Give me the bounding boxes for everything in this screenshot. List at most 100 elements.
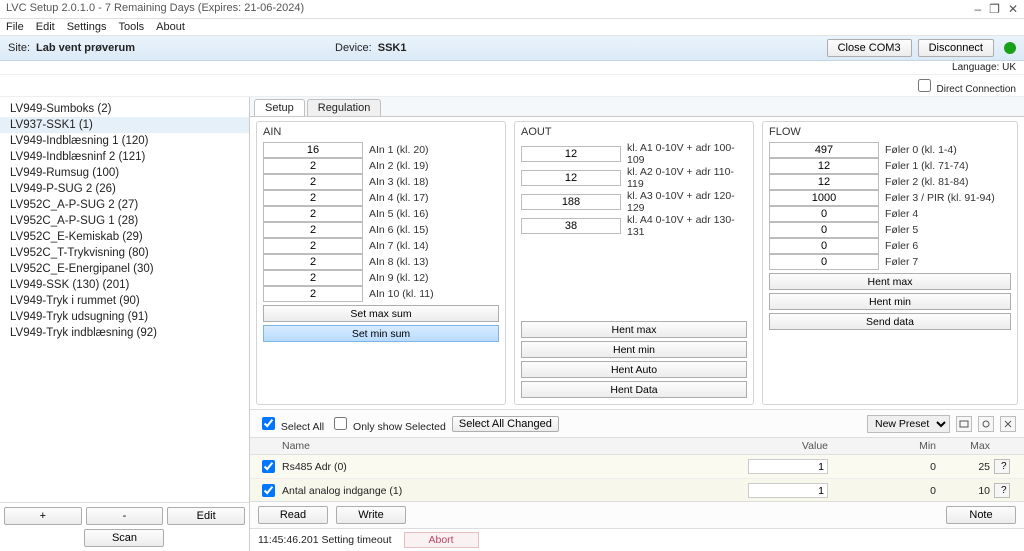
delete-preset-icon[interactable]	[1000, 416, 1016, 432]
flow-value-input[interactable]	[769, 222, 879, 238]
tree-item[interactable]: LV949-Rumsug (100)	[0, 165, 249, 181]
ain-row: AIn 8 (kl. 13)	[263, 254, 499, 270]
hent-auto-button[interactable]: Hent Auto	[521, 361, 747, 378]
tree-item[interactable]: LV952C_E-Energipanel (30)	[0, 261, 249, 277]
ain-row: AIn 4 (kl. 17)	[263, 190, 499, 206]
flow-value-input[interactable]	[769, 238, 879, 254]
tree-item[interactable]: LV949-Tryk i rummet (90)	[0, 293, 249, 309]
ain-label: AIn 7 (kl. 14)	[369, 240, 499, 252]
set-max-sum-button[interactable]: Set max sum	[263, 305, 499, 322]
close-icon[interactable]: ✕	[1008, 2, 1018, 16]
flow-value-input[interactable]	[769, 142, 879, 158]
preset-select[interactable]: New Preset	[867, 415, 950, 433]
open-preset-icon[interactable]	[956, 416, 972, 432]
ain-value-input[interactable]	[263, 206, 363, 222]
tree-item[interactable]: LV949-P-SUG 2 (26)	[0, 181, 249, 197]
tree-item[interactable]: LV952C_A-P-SUG 1 (28)	[0, 213, 249, 229]
ain-value-input[interactable]	[263, 190, 363, 206]
flow-value-input[interactable]	[769, 206, 879, 222]
aout-label: kl. A3 0-10V + adr 120-129	[627, 190, 747, 214]
send-data-button[interactable]: Send data	[769, 313, 1011, 330]
hent-max-button[interactable]: Hent max	[521, 321, 747, 338]
tree-item[interactable]: LV952C_A-P-SUG 2 (27)	[0, 197, 249, 213]
param-value-input[interactable]	[748, 459, 828, 474]
aout-row: kl. A2 0-10V + adr 110-119	[521, 166, 747, 190]
ain-row: AIn 6 (kl. 15)	[263, 222, 499, 238]
tab-regulation[interactable]: Regulation	[307, 99, 382, 116]
tree-item[interactable]: LV949-Sumboks (2)	[0, 101, 249, 117]
tree-item[interactable]: LV949-Tryk udsugning (91)	[0, 309, 249, 325]
param-help-button[interactable]: ?	[994, 459, 1010, 474]
param-help-button[interactable]: ?	[994, 483, 1010, 498]
hent-min-button[interactable]: Hent min	[521, 341, 747, 358]
menu-about[interactable]: About	[156, 21, 185, 33]
ain-row: AIn 10 (kl. 11)	[263, 286, 499, 302]
param-min: 0	[886, 461, 936, 473]
tree-item[interactable]: LV949-Indblæsning 1 (120)	[0, 133, 249, 149]
maximize-icon[interactable]: ❐	[989, 2, 1000, 16]
tree-item[interactable]: LV949-SSK (130) (201)	[0, 277, 249, 293]
ain-value-input[interactable]	[263, 142, 363, 158]
param-max: 10	[940, 485, 990, 497]
disconnect-button[interactable]: Disconnect	[918, 39, 994, 57]
hent-data-button[interactable]: Hent Data	[521, 381, 747, 398]
ain-value-input[interactable]	[263, 222, 363, 238]
select-all-label: Select All	[281, 421, 324, 433]
abort-button[interactable]: Abort	[404, 532, 479, 548]
ain-value-input[interactable]	[263, 254, 363, 270]
flow-panel: FLOW Føler 0 (kl. 1-4)Føler 1 (kl. 71-74…	[762, 121, 1018, 405]
direct-connection-label: Direct Connection	[937, 84, 1016, 95]
ain-value-input[interactable]	[263, 238, 363, 254]
ain-value-input[interactable]	[263, 270, 363, 286]
settings-icon[interactable]	[978, 416, 994, 432]
aout-value-input[interactable]	[521, 218, 621, 234]
minimize-icon[interactable]: –	[974, 2, 981, 16]
param-checkbox[interactable]	[262, 460, 275, 473]
set-min-sum-button[interactable]: Set min sum	[263, 325, 499, 342]
menu-settings[interactable]: Settings	[67, 21, 107, 33]
ain-value-input[interactable]	[263, 286, 363, 302]
flow-hent-min-button[interactable]: Hent min	[769, 293, 1011, 310]
col-name: Name	[282, 440, 744, 452]
aout-row: kl. A3 0-10V + adr 120-129	[521, 190, 747, 214]
aout-value-input[interactable]	[521, 194, 621, 210]
aout-value-input[interactable]	[521, 146, 621, 162]
flow-value-input[interactable]	[769, 254, 879, 270]
select-all-checkbox[interactable]: Select All	[258, 414, 324, 433]
flow-hent-max-button[interactable]: Hent max	[769, 273, 1011, 290]
menu-edit[interactable]: Edit	[36, 21, 55, 33]
flow-value-input[interactable]	[769, 190, 879, 206]
param-checkbox[interactable]	[262, 484, 275, 497]
flow-value-input[interactable]	[769, 158, 879, 174]
ain-row: AIn 9 (kl. 12)	[263, 270, 499, 286]
tab-setup[interactable]: Setup	[254, 99, 305, 116]
read-button[interactable]: Read	[258, 506, 328, 524]
menu-tools[interactable]: Tools	[118, 21, 144, 33]
note-button[interactable]: Note	[946, 506, 1016, 524]
write-button[interactable]: Write	[336, 506, 406, 524]
close-com-button[interactable]: Close COM3	[827, 39, 912, 57]
flow-row: Føler 1 (kl. 71-74)	[769, 158, 1011, 174]
tree-item[interactable]: LV949-Tryk indblæsning (92)	[0, 325, 249, 341]
ain-value-input[interactable]	[263, 174, 363, 190]
tree-item[interactable]: LV949-Indblæsninf 2 (121)	[0, 149, 249, 165]
ain-value-input[interactable]	[263, 158, 363, 174]
tree-item[interactable]: LV952C_T-Trykvisning (80)	[0, 245, 249, 261]
flow-value-input[interactable]	[769, 174, 879, 190]
aout-value-input[interactable]	[521, 170, 621, 186]
tree-item[interactable]: LV952C_E-Kemiskab (29)	[0, 229, 249, 245]
add-device-button[interactable]: +	[4, 507, 82, 525]
menubar: File Edit Settings Tools About	[0, 19, 1024, 36]
direct-connection-checkbox[interactable]: Direct Connection	[914, 84, 1016, 95]
edit-device-button[interactable]: Edit	[167, 507, 245, 525]
ain-row: AIn 2 (kl. 19)	[263, 158, 499, 174]
only-selected-checkbox[interactable]: Only show Selected	[330, 414, 446, 433]
select-all-changed-button[interactable]: Select All Changed	[452, 416, 559, 432]
remove-device-button[interactable]: -	[86, 507, 164, 525]
tree-item[interactable]: LV937-SSK1 (1)	[0, 117, 249, 133]
menu-file[interactable]: File	[6, 21, 24, 33]
param-name: Rs485 Adr (0)	[282, 461, 744, 473]
ain-label: AIn 9 (kl. 12)	[369, 272, 499, 284]
scan-button[interactable]: Scan	[84, 529, 164, 547]
param-value-input[interactable]	[748, 483, 828, 498]
